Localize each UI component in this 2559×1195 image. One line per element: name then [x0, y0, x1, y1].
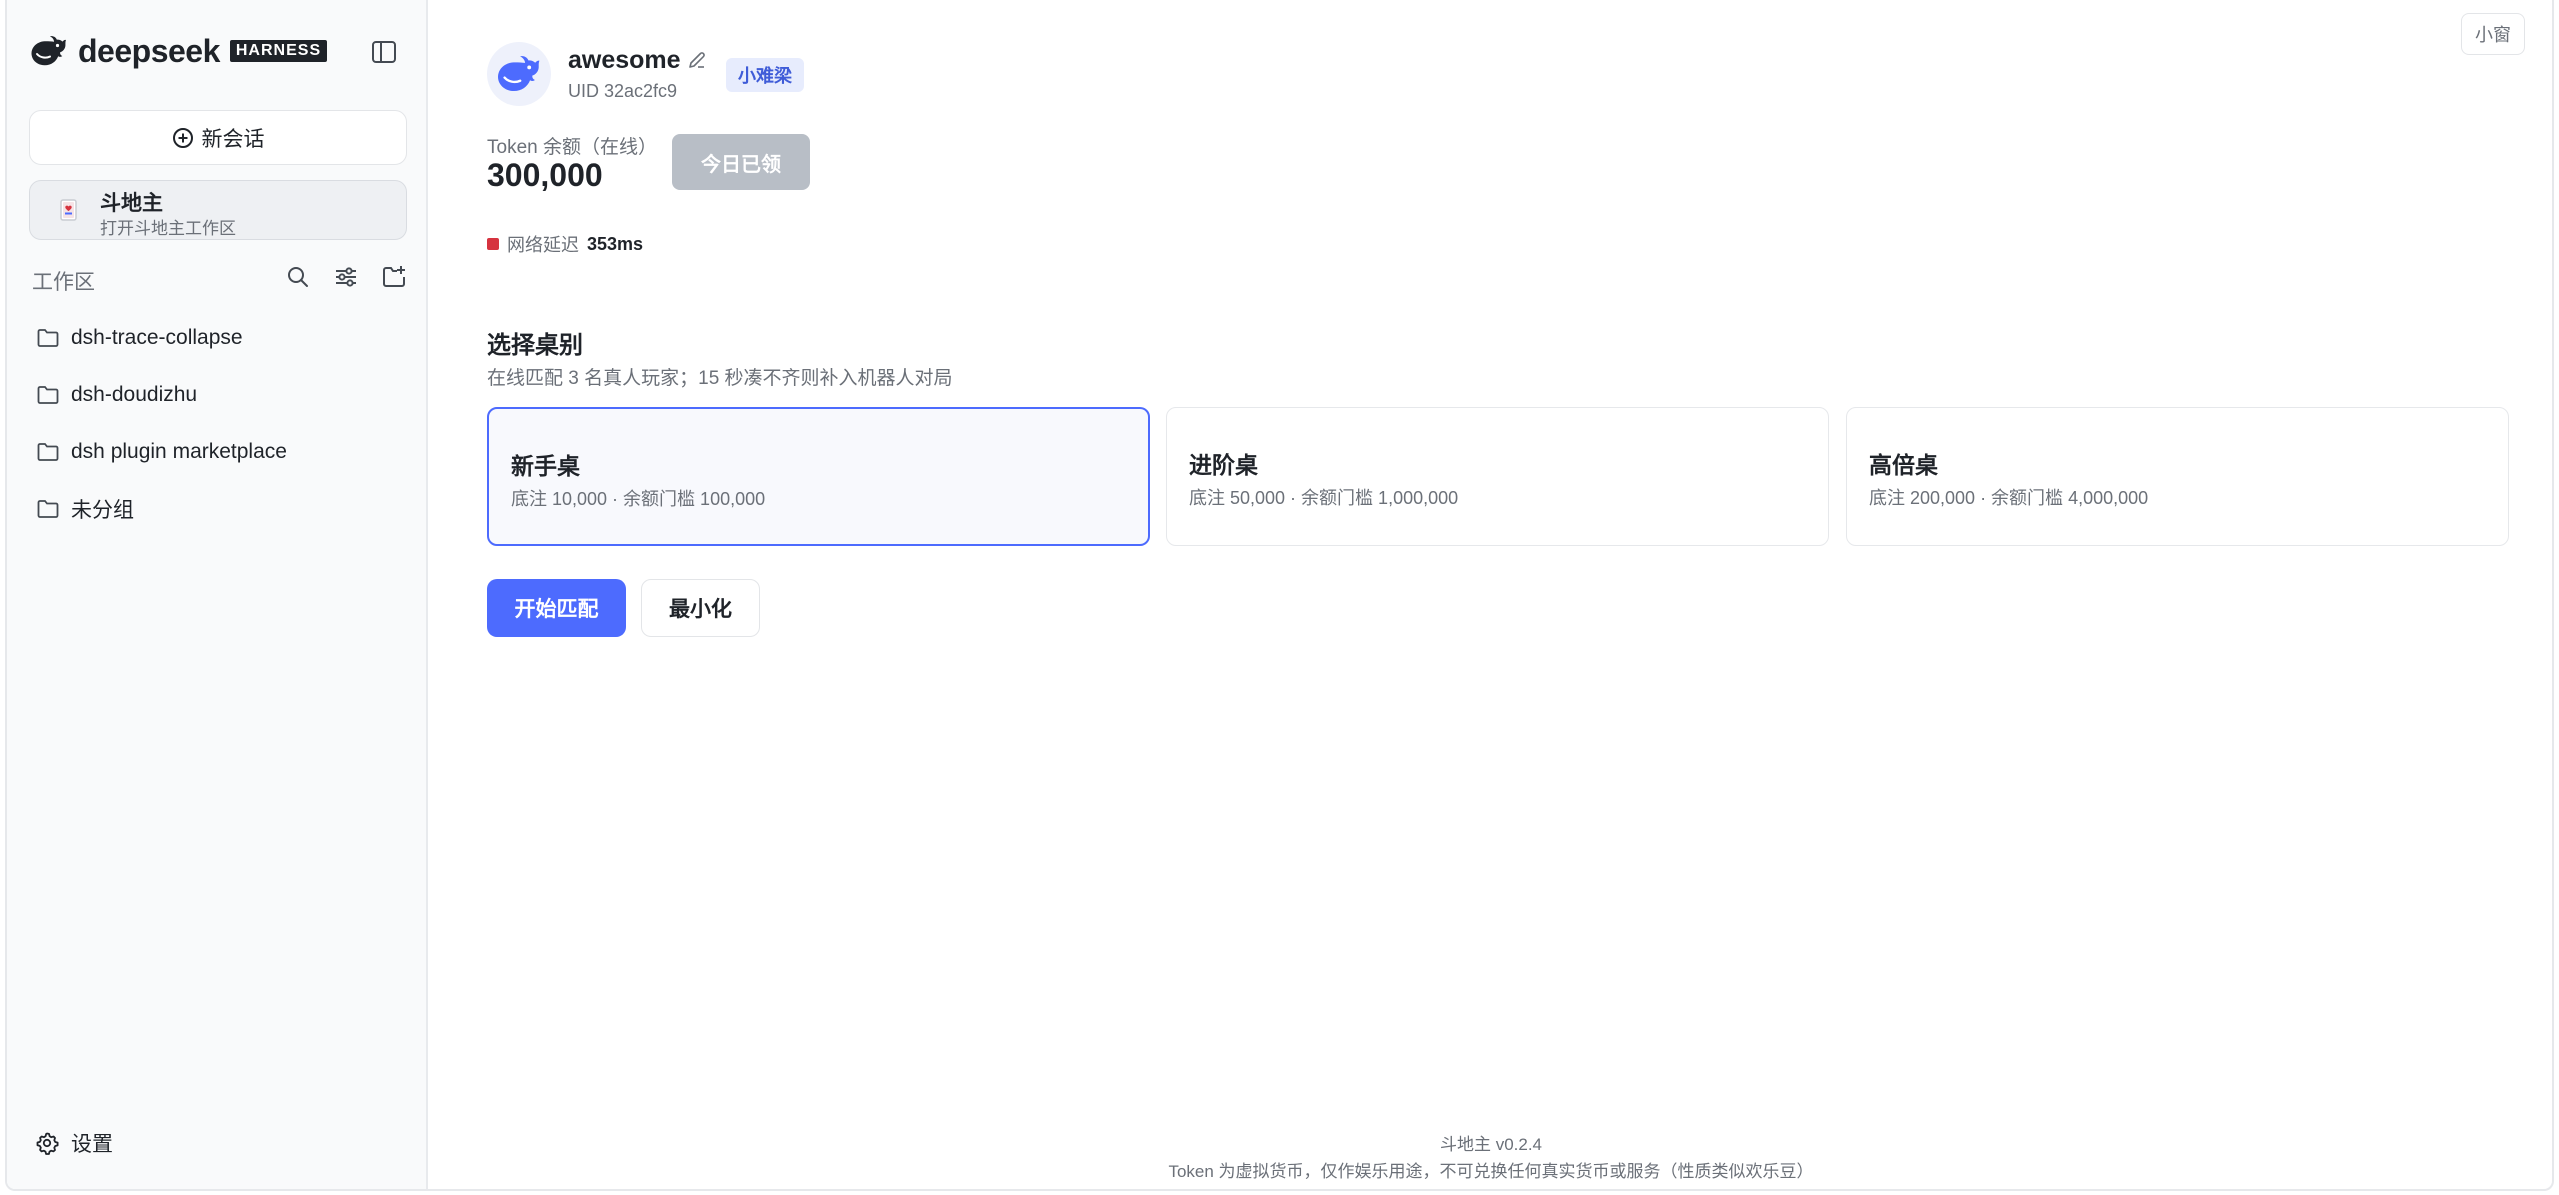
folder-label: 未分组	[71, 499, 134, 522]
folder-label: dsh-doudizhu	[71, 383, 198, 406]
new-chat-button[interactable]: 新会话	[29, 110, 407, 165]
game-entry-title: 斗地主	[100, 192, 163, 215]
folder-item[interactable]: dsh-doudizhu	[37, 380, 197, 410]
section-title: 选择桌别	[487, 332, 583, 359]
settings-button[interactable]: 设置	[35, 1128, 113, 1158]
game-entry-subtitle: 打开斗地主工作区	[100, 219, 236, 238]
search-icon[interactable]	[285, 264, 311, 290]
new-chat-label: 新会话	[201, 127, 265, 151]
avatar	[487, 42, 551, 106]
new-folder-icon[interactable]	[381, 264, 407, 290]
footer: 斗地主 v0.2.4 Token 为虚拟货币，仅作娱乐用途，不可兑换任何真实货币…	[430, 1131, 2552, 1185]
pencil-icon[interactable]	[687, 50, 707, 70]
folder-icon	[37, 329, 59, 347]
brand-badge: HARNESS	[229, 40, 328, 62]
workspace-label: 工作区	[32, 271, 95, 294]
folder-icon	[37, 386, 59, 404]
gear-icon	[36, 1132, 59, 1155]
settings-label: 设置	[71, 1133, 113, 1156]
network-latency: 网络延迟 353ms	[487, 231, 643, 257]
plus-circle-icon	[172, 127, 193, 148]
table-card-desc: 底注 10,000 · 余额门槛 100,000	[511, 489, 766, 509]
minimize-button[interactable]: 最小化	[641, 579, 760, 637]
footer-version: 斗地主 v0.2.4	[1439, 1135, 1543, 1154]
game-entry-doudizhu[interactable]: 斗地主 打开斗地主工作区	[29, 180, 407, 240]
folder-label: dsh-trace-collapse	[71, 326, 243, 349]
user-uid: UID 32ac2fc9	[568, 81, 678, 101]
main-panel: 小窗 awesome 小难梁 UID 32ac2fc9 Token 余额（在线）…	[430, 0, 2552, 1189]
app-window: deepseek HARNESS 新会话 斗地主 打开斗地主工作区 工作区 ds…	[5, 0, 2554, 1191]
start-match-button[interactable]: 开始匹配	[487, 579, 626, 637]
playing-card-icon	[60, 199, 77, 221]
table-card-title: 高倍桌	[1869, 452, 1938, 478]
deepseek-whale-logo	[498, 56, 540, 92]
sidebar-toggle-icon[interactable]	[371, 40, 397, 64]
table-card-high-stakes[interactable]: 高倍桌 底注 200,000 · 余额门槛 4,000,000	[1846, 407, 2509, 546]
latency-label: 网络延迟	[507, 235, 579, 255]
latency-value: 353ms	[587, 233, 644, 254]
table-card-desc: 底注 50,000 · 余额门槛 1,000,000	[1189, 488, 1459, 508]
brand-name: deepseek	[78, 32, 220, 69]
section-subtitle: 在线匹配 3 名真人玩家；15 秒凑不齐则补入机器人对局	[487, 368, 953, 389]
token-balance-value: 300,000	[487, 157, 603, 193]
sidebar: deepseek HARNESS 新会话 斗地主 打开斗地主工作区 工作区 ds…	[7, 0, 428, 1189]
table-card-beginner[interactable]: 新手桌 底注 10,000 · 余额门槛 100,000	[487, 407, 1150, 546]
brand: deepseek HARNESS	[30, 33, 328, 69]
sliders-icon[interactable]	[333, 264, 359, 290]
deepseek-whale-logo	[31, 36, 66, 66]
table-card-title: 进阶桌	[1189, 452, 1258, 478]
table-card-advanced[interactable]: 进阶桌 底注 50,000 · 余额门槛 1,000,000	[1166, 407, 1829, 546]
folder-icon	[37, 500, 59, 518]
table-card-title: 新手桌	[511, 453, 580, 479]
daily-claim-button[interactable]: 今日已领	[672, 134, 810, 190]
folder-item[interactable]: dsh plugin marketplace	[37, 437, 287, 467]
folder-icon	[37, 443, 59, 461]
folder-label: dsh plugin marketplace	[71, 440, 287, 463]
user-tag-badge: 小难梁	[726, 58, 804, 92]
table-card-desc: 底注 200,000 · 余额门槛 4,000,000	[1869, 488, 2149, 508]
footer-disclaimer: Token 为虚拟货币，仅作娱乐用途，不可兑换任何真实货币或服务（性质类似欢乐豆…	[1168, 1162, 1814, 1181]
token-balance-label: Token 余额（在线）	[487, 137, 657, 158]
folder-item[interactable]: 未分组	[37, 494, 134, 524]
folder-item[interactable]: dsh-trace-collapse	[37, 323, 243, 353]
mini-window-button[interactable]: 小窗	[2461, 13, 2525, 55]
username: awesome	[568, 46, 681, 74]
latency-indicator	[487, 238, 499, 250]
